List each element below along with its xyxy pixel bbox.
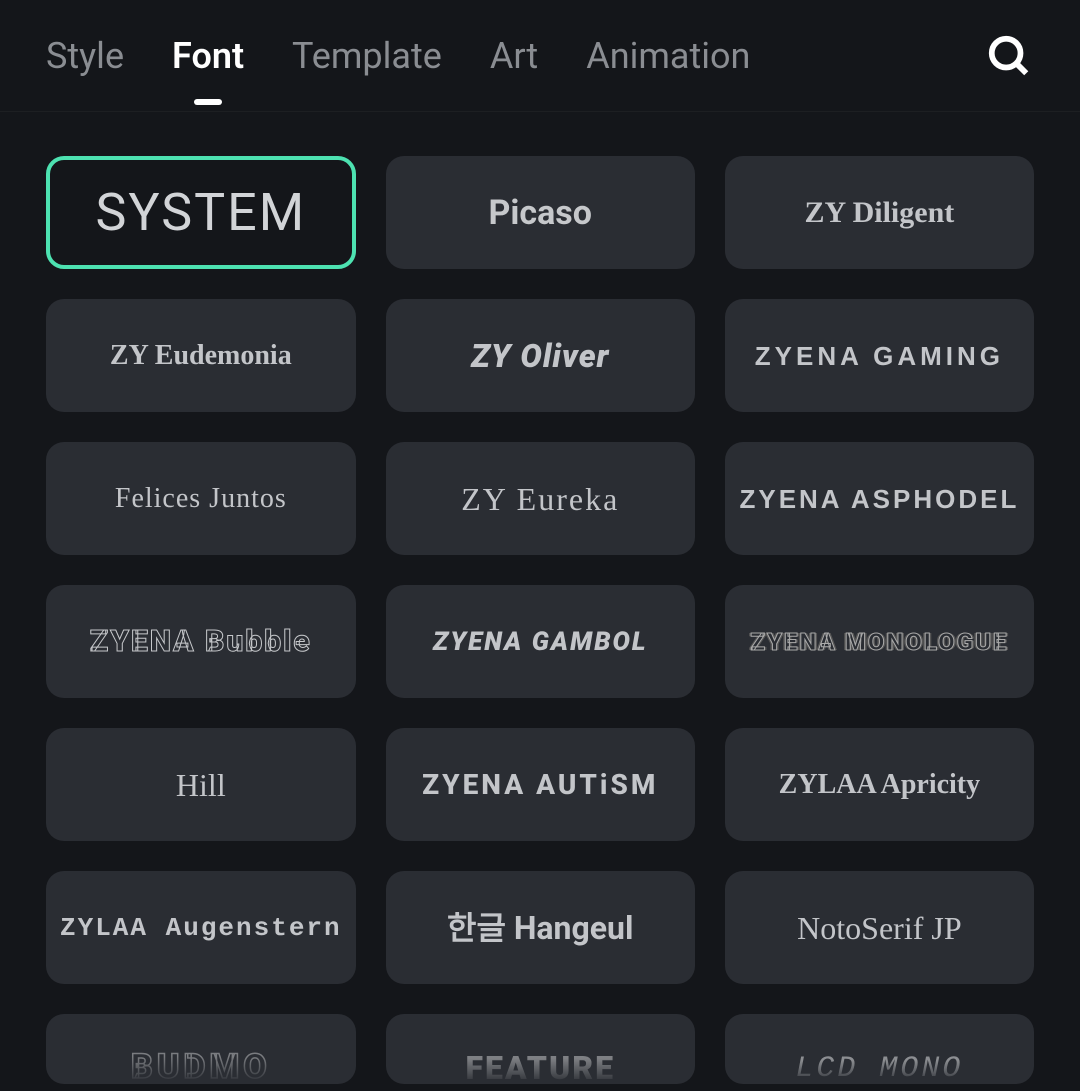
font-card-gambol[interactable]: ZYENA GAMBOL — [386, 585, 695, 698]
font-label: Hill — [176, 769, 226, 801]
font-label: ZYENA AUTiSM — [422, 771, 658, 799]
font-label: ZYLAA Augenstern — [60, 915, 342, 941]
font-label: NotoSerif JP — [797, 912, 961, 944]
font-card-gaming[interactable]: ZYENA GAMING — [725, 299, 1034, 412]
font-card-lcd[interactable]: LCD MONO — [725, 1014, 1034, 1084]
font-label: SYSTEM — [96, 187, 307, 239]
font-card-eudemonia[interactable]: ZY Eudemonia — [46, 299, 356, 412]
font-card-hangeul[interactable]: 한글 Hangeul — [386, 871, 695, 984]
font-card-picaso[interactable]: Picaso — [386, 156, 695, 269]
font-label: ZY Oliver — [471, 340, 609, 372]
font-label: ZYENA GAMBOL — [433, 629, 648, 655]
font-card-autism[interactable]: ZYENA AUTiSM — [386, 728, 695, 841]
font-card-system[interactable]: SYSTEM — [46, 156, 356, 269]
font-label: LCD MONO — [795, 1054, 963, 1084]
font-card-oliver[interactable]: ZY Oliver — [386, 299, 695, 412]
header-bar: Style Font Template Art Animation — [0, 0, 1080, 112]
font-card-diligent[interactable]: ZY Diligent — [725, 156, 1034, 269]
font-card-eureka[interactable]: ZY Eureka — [386, 442, 695, 555]
font-label: Picaso — [488, 196, 591, 230]
font-card-notoserif[interactable]: NotoSerif JP — [725, 871, 1034, 984]
font-grid-container: SYSTEM Picaso ZY Diligent ZY Eudemonia ZY Ol… — [0, 112, 1080, 1091]
tab-art[interactable]: Art — [490, 7, 538, 105]
font-label: ZYENA Bubble — [90, 627, 312, 657]
font-label: ZY Eureka — [461, 483, 619, 515]
tab-font[interactable]: Font — [172, 7, 244, 105]
font-card-felices[interactable]: Felices Juntos — [46, 442, 356, 555]
font-label: ZYENA MONOLOGUE — [750, 630, 1008, 654]
search-button[interactable] — [984, 31, 1034, 81]
search-icon — [986, 33, 1032, 79]
font-card-asphodel[interactable]: ZYENA ASPHODEL — [725, 442, 1034, 555]
tab-list: Style Font Template Art Animation — [46, 7, 750, 105]
font-label: BUDMO — [131, 1050, 271, 1084]
font-card-bubble[interactable]: ZYENA Bubble — [46, 585, 356, 698]
font-card-augenstern[interactable]: ZYLAA Augenstern — [46, 871, 356, 984]
font-grid: SYSTEM Picaso ZY Diligent ZY Eudemonia ZY Ol… — [46, 156, 1034, 1084]
tab-template[interactable]: Template — [292, 7, 442, 105]
font-card-budmo[interactable]: BUDMO — [46, 1014, 356, 1084]
font-label: ZY Diligent — [805, 198, 955, 228]
font-card-apricity[interactable]: ZYLAA Apricity — [725, 728, 1034, 841]
font-label: ZY Eudemonia — [110, 342, 292, 370]
tab-animation[interactable]: Animation — [586, 7, 750, 105]
font-label: ZYENA GAMING — [755, 343, 1004, 369]
font-label: FEATURE — [465, 1052, 615, 1084]
font-card-hill[interactable]: Hill — [46, 728, 356, 841]
font-card-monologue[interactable]: ZYENA MONOLOGUE — [725, 585, 1034, 698]
font-label: Felices Juntos — [115, 485, 287, 513]
font-card-feature[interactable]: FEATURE — [386, 1014, 695, 1084]
font-label: ZYLAA Apricity — [779, 771, 980, 799]
tab-style[interactable]: Style — [46, 7, 124, 105]
font-label: 한글 Hangeul — [447, 912, 633, 944]
font-label: ZYENA ASPHODEL — [739, 486, 1019, 512]
